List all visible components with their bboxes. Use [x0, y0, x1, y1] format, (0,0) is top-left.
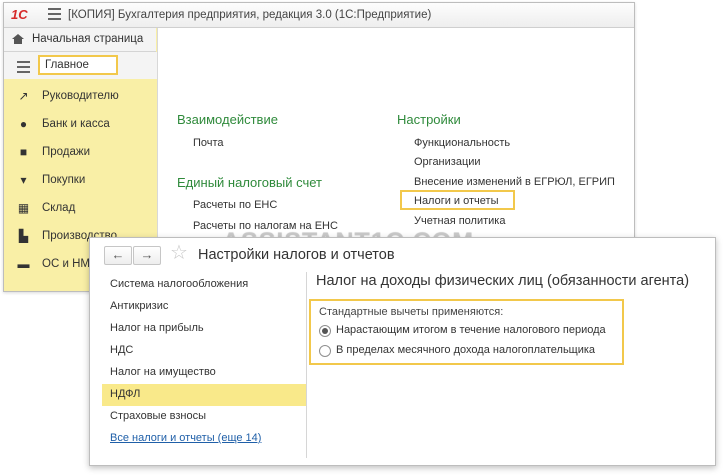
tax-list-item[interactable]: Налог на имущество	[102, 362, 306, 384]
home-tab[interactable]: Начальная страница	[4, 28, 156, 52]
main-menu-icon[interactable]	[48, 8, 61, 20]
home-icon	[12, 34, 24, 44]
tax-list-item-label: Все налоги и отчеты (еще 14)	[110, 432, 262, 444]
tax-list-item-selected[interactable]: НДФЛ	[102, 384, 306, 406]
tax-list-item-label: Страховые взносы	[110, 410, 206, 422]
all-taxes-link[interactable]: Все налоги и отчеты (еще 14)	[102, 428, 306, 450]
tax-settings-dialog: ← → ☆ Настройки налогов и отчетов Систем…	[89, 237, 716, 466]
deductions-label: Стандартные вычеты применяются:	[319, 306, 504, 318]
tax-list-item[interactable]: Страховые взносы	[102, 406, 306, 428]
dialog-title: Настройки налогов и отчетов	[198, 247, 395, 263]
forward-button[interactable]: →	[133, 246, 161, 265]
radio-monthly[interactable]	[319, 345, 331, 357]
link-accounting-policy[interactable]: Учетная политика	[414, 215, 505, 227]
tax-list-item[interactable]: Антикризис	[102, 296, 306, 318]
link-ens-settlements[interactable]: Расчеты по ЕНС	[193, 199, 277, 211]
menu-icon	[17, 61, 30, 76]
radio-cumulative[interactable]	[319, 325, 331, 337]
link-taxes-reports[interactable]: Налоги и отчеты	[414, 195, 498, 207]
factory-icon: ▙	[18, 229, 29, 243]
panel-title: Налог на доходы физических лиц (обязанно…	[316, 273, 690, 289]
sidebar-item-label: Продажи	[42, 146, 91, 158]
sidebar-item-label: Руководителю	[42, 90, 119, 102]
section-title-interaction: Взаимодействие	[177, 112, 278, 127]
radio-cumulative-label[interactable]: Нарастающим итогом в течение налогового …	[336, 324, 606, 336]
tax-list-item-label: Антикризис	[110, 300, 169, 312]
sidebar-item-bank[interactable]: ● Банк и касса	[4, 113, 157, 137]
tax-list: Система налогообложения Антикризис Налог…	[102, 272, 307, 458]
cart-icon: ▾	[20, 173, 27, 187]
tax-list-item[interactable]: Система налогообложения	[102, 274, 306, 296]
dialog-header: ← → ☆ Настройки налогов и отчетов	[90, 238, 715, 270]
tax-list-item-label: Налог на прибыль	[110, 322, 204, 334]
window-title: [КОПИЯ] Бухгалтерия предприятия, редакци…	[68, 9, 432, 21]
app-logo: 1С	[11, 7, 28, 22]
sidebar-item-director[interactable]: ↗ Руководителю	[4, 85, 157, 109]
tax-list-item-label: НДС	[110, 344, 134, 356]
tax-list-item[interactable]: Налог на прибыль	[102, 318, 306, 340]
tax-list-item-label: Налог на имущество	[110, 366, 216, 378]
sidebar-item-warehouse[interactable]: ▦ Склад	[4, 197, 157, 221]
tax-list-item-label: НДФЛ	[110, 388, 141, 400]
sidebar-item-label: Главное	[45, 59, 89, 71]
sidebar-item-sales[interactable]: ■ Продажи	[4, 141, 157, 165]
favorite-star-icon[interactable]: ☆	[170, 243, 188, 263]
main-highlight-box: Главное	[38, 55, 118, 75]
sidebar-item-label: Банк и касса	[42, 118, 110, 130]
sidebar-item-label: Покупки	[42, 174, 86, 186]
link-mail[interactable]: Почта	[193, 137, 224, 149]
warehouse-icon: ▦	[17, 201, 30, 215]
sidebar-item-main[interactable]: Главное	[4, 52, 157, 79]
link-organizations[interactable]: Организации	[414, 156, 481, 168]
link-egrul-changes[interactable]: Внесение изменений в ЕГРЮЛ, ЕГРИП	[414, 176, 615, 188]
link-functionality[interactable]: Функциональность	[414, 137, 510, 149]
truck-icon: ▬	[17, 257, 30, 271]
tax-list-item-label: Система налогообложения	[110, 278, 249, 290]
section-title-ens: Единый налоговый счет	[177, 175, 322, 190]
home-label: Начальная страница	[32, 33, 144, 45]
coin-icon: ●	[19, 117, 28, 131]
sidebar-item-label: Склад	[42, 202, 76, 214]
shopping-bag-icon: ■	[19, 145, 28, 159]
title-bar: 1С [КОПИЯ] Бухгалтерия предприятия, реда…	[4, 3, 634, 28]
section-title-settings: Настройки	[397, 112, 461, 127]
back-button[interactable]: ←	[104, 246, 132, 265]
deductions-group: Стандартные вычеты применяются: Нарастаю…	[309, 299, 624, 365]
trend-chart-icon: ↗	[18, 89, 29, 103]
tax-list-item[interactable]: НДС	[102, 340, 306, 362]
sidebar-item-purchases[interactable]: ▾ Покупки	[4, 169, 157, 193]
radio-monthly-label[interactable]: В пределах месячного дохода налогоплател…	[336, 344, 595, 356]
